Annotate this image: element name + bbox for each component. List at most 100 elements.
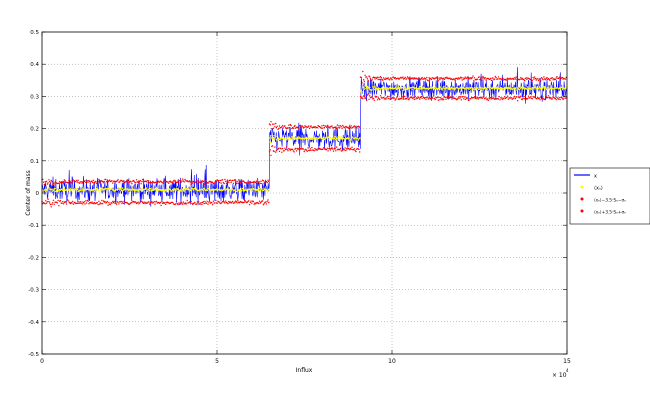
upper-bound-dot bbox=[473, 77, 476, 79]
upper-bound-dot bbox=[266, 181, 268, 184]
mean-dot bbox=[315, 138, 317, 140]
lower-bound-dot bbox=[295, 147, 297, 150]
lower-bound-dot bbox=[227, 203, 229, 205]
upper-bound-dot bbox=[514, 78, 517, 80]
upper-bound-dot bbox=[288, 127, 291, 129]
mean-dot bbox=[244, 188, 247, 190]
upper-bound-dot bbox=[335, 127, 338, 129]
legend-box bbox=[569, 167, 650, 225]
legend: x ⟨xₙ⟩ ⟨xₙ⟩−3.5·Sₙ−σₙ ⟨xₙ⟩+3.5·Sₙ+σₙ bbox=[569, 167, 650, 225]
mean-dot bbox=[473, 86, 476, 89]
upper-bound-dot bbox=[461, 79, 463, 81]
lower-bound-dot bbox=[349, 149, 351, 151]
lower-bound-dot bbox=[104, 200, 106, 203]
mean-dot bbox=[361, 91, 363, 93]
mean-dot bbox=[419, 85, 421, 88]
upper-bound-dot bbox=[108, 179, 111, 181]
upper-bound-dot bbox=[196, 182, 198, 184]
upper-bound-dot bbox=[282, 127, 285, 129]
mean-dot bbox=[434, 86, 437, 88]
upper-bound-dot bbox=[91, 180, 93, 182]
upper-bound-dot bbox=[190, 183, 192, 185]
legend-label-signal: x bbox=[594, 174, 597, 180]
lower-bound-dot bbox=[367, 93, 369, 95]
lower-bound-dot bbox=[434, 98, 436, 101]
upper-bound-dot bbox=[500, 79, 503, 81]
upper-bound-dot bbox=[384, 78, 386, 81]
lower-bound-dot bbox=[441, 99, 443, 101]
upper-bound-dot bbox=[472, 75, 474, 77]
lower-bound-dot bbox=[306, 150, 308, 152]
upper-bound-dot bbox=[46, 183, 49, 185]
lower-bound-dot bbox=[274, 146, 276, 148]
upper-bound-dot bbox=[497, 76, 500, 78]
lower-bound-dot bbox=[406, 96, 409, 98]
lower-bound-dot bbox=[557, 98, 560, 100]
upper-bound-dot bbox=[142, 178, 144, 181]
mean-dot bbox=[44, 188, 46, 191]
lower-bound-dot bbox=[93, 201, 96, 204]
upper-bound-dot bbox=[513, 77, 516, 79]
y-tick-label: -0.3 bbox=[28, 288, 39, 294]
upper-bound-dot bbox=[544, 79, 547, 81]
upper-bound-dot bbox=[476, 78, 479, 81]
upper-bound-dot bbox=[339, 127, 341, 129]
upper-bound-dot bbox=[130, 181, 132, 183]
lower-bound-dot bbox=[199, 203, 201, 205]
lower-bound-dot bbox=[386, 97, 388, 99]
mean-dot bbox=[384, 86, 387, 89]
lower-bound-dot bbox=[237, 200, 239, 202]
mean-dot bbox=[473, 88, 475, 91]
lower-bound-dot bbox=[160, 204, 162, 207]
mean-dot bbox=[291, 136, 294, 138]
upper-bound-dot bbox=[80, 181, 82, 183]
lower-bound-dot bbox=[268, 151, 271, 153]
lower-bound-dot bbox=[327, 150, 329, 152]
lower-bound-dot bbox=[48, 200, 50, 203]
upper-bound-dot bbox=[92, 179, 95, 181]
lower-bound-dot bbox=[61, 202, 63, 205]
upper-bound-dot bbox=[281, 125, 284, 127]
lower-bound-dot bbox=[214, 202, 216, 204]
mean-dot bbox=[235, 190, 238, 193]
lower-bound-dot bbox=[283, 150, 285, 152]
upper-bound-dot bbox=[43, 183, 45, 186]
lower-bound-dot bbox=[458, 95, 460, 98]
mean-dot bbox=[149, 188, 152, 190]
upper-bound-dot bbox=[322, 127, 324, 129]
lower-bound-dot bbox=[270, 154, 272, 156]
lower-bound-dot bbox=[185, 203, 188, 205]
lower-bound-dot bbox=[420, 95, 423, 98]
lower-bound-dot bbox=[45, 200, 47, 202]
upper-bound-dot bbox=[50, 179, 52, 182]
lower-bound-dot bbox=[285, 148, 287, 151]
lower-bound-dot bbox=[460, 99, 463, 101]
lower-bound-dot bbox=[313, 150, 315, 152]
upper-bound-dot bbox=[141, 180, 143, 183]
lower-bound-dot bbox=[400, 97, 402, 100]
upper-bound-dot bbox=[191, 180, 193, 182]
upper-bound-dot bbox=[342, 124, 344, 127]
upper-bound-dot bbox=[269, 124, 271, 126]
upper-bound-dot bbox=[236, 180, 238, 183]
upper-bound-dot bbox=[238, 179, 240, 181]
mean-dot bbox=[293, 136, 296, 139]
lower-bound-dot bbox=[165, 203, 167, 206]
lower-bound-dot bbox=[395, 98, 397, 100]
upper-bound-dot bbox=[135, 179, 138, 181]
upper-bound-dot bbox=[331, 125, 333, 127]
lower-bound-dot bbox=[253, 203, 255, 205]
upper-bound-dot bbox=[366, 78, 369, 80]
y-tick-label: -0.1 bbox=[28, 223, 39, 229]
lower-bound-dot bbox=[382, 96, 385, 99]
upper-bound-dot bbox=[337, 127, 339, 129]
upper-bound-dot bbox=[394, 76, 396, 79]
mean-dot bbox=[215, 188, 218, 190]
lower-bound-dot bbox=[432, 97, 434, 100]
lower-bound-dot bbox=[45, 202, 48, 204]
lower-bound-dot bbox=[522, 97, 524, 100]
lower-bound-dot bbox=[459, 97, 461, 99]
mean-dot bbox=[208, 187, 210, 190]
mean-dot bbox=[100, 187, 102, 190]
lower-bound-dot bbox=[343, 149, 345, 151]
